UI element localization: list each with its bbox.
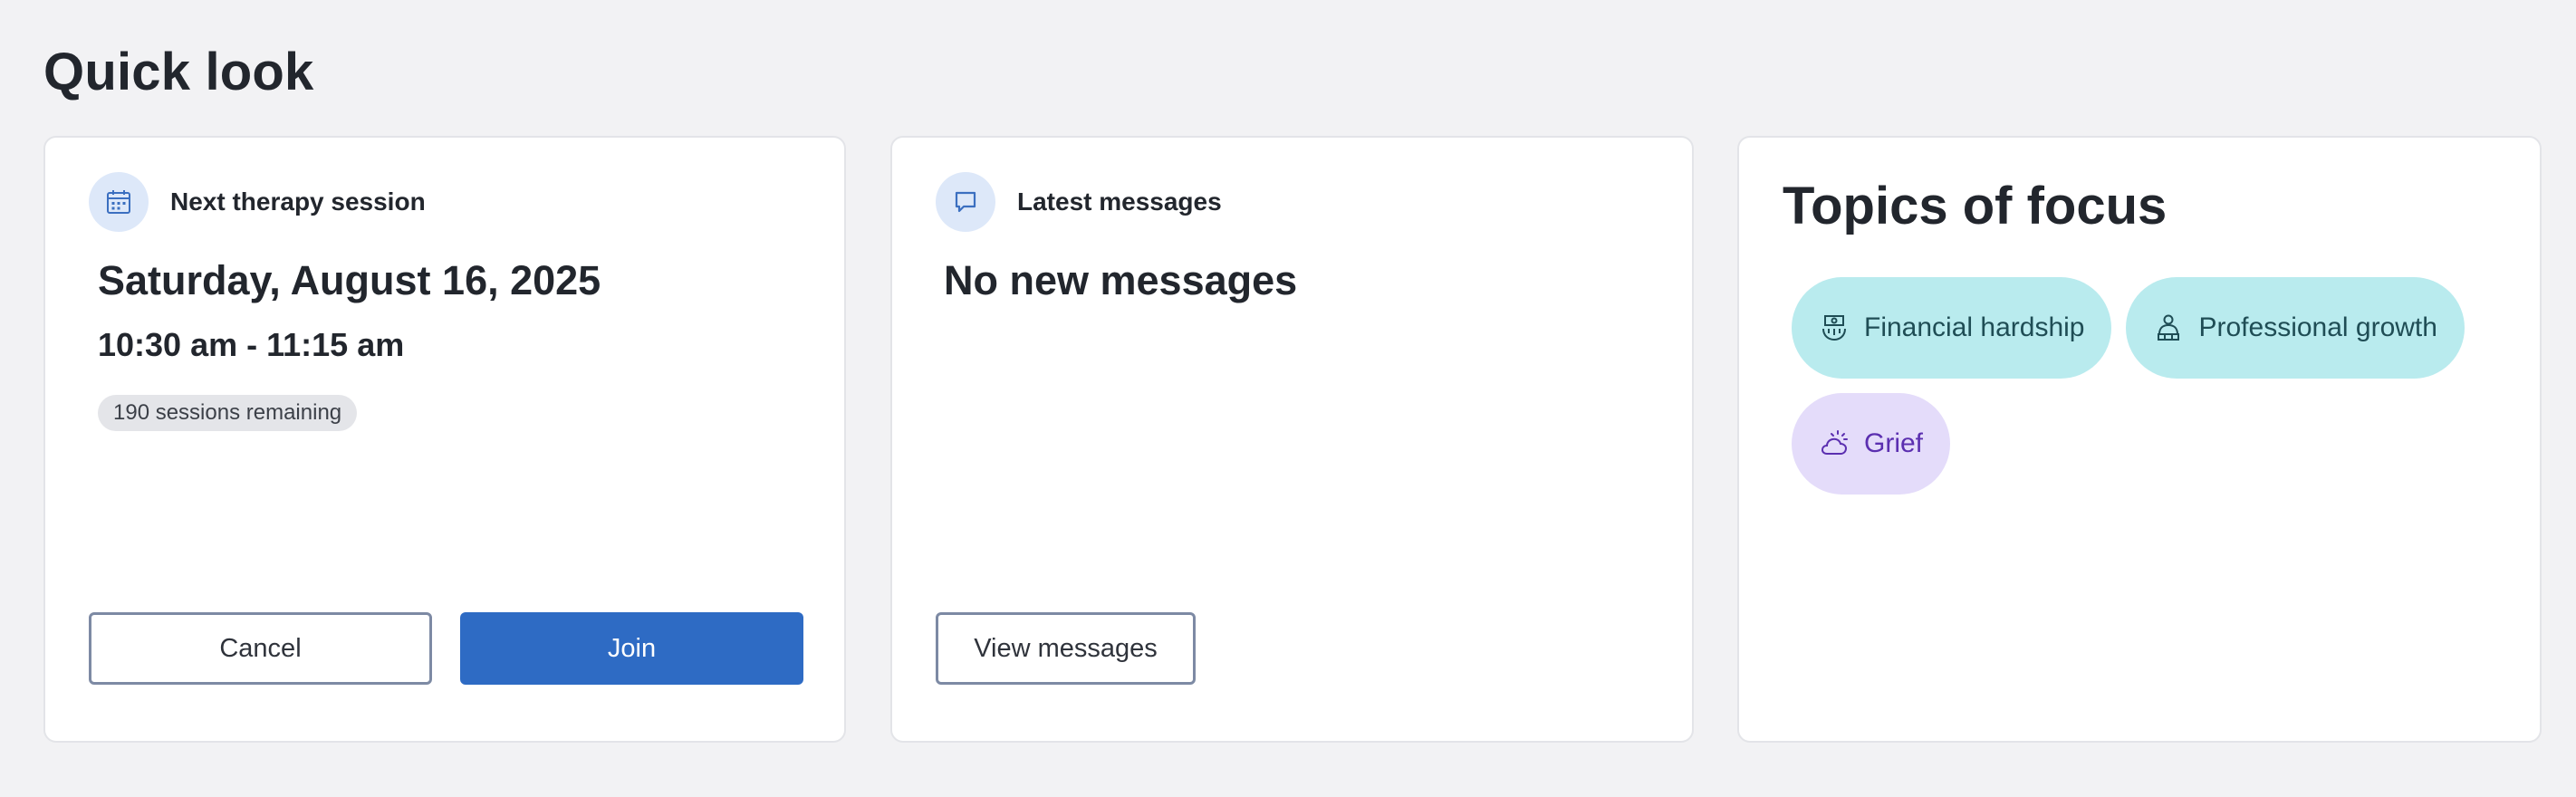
messages-status: No new messages: [944, 257, 1298, 303]
topics-card: Topics of focus Financial hardship Profe…: [1737, 136, 2542, 743]
topic-chip-grief[interactable]: Grief: [1792, 393, 1951, 495]
card-header: Latest messages: [936, 172, 1222, 232]
topic-chip-financial-hardship[interactable]: Financial hardship: [1792, 277, 2112, 379]
topics-title: Topics of focus: [1783, 177, 2167, 235]
card-header: Next therapy session: [89, 172, 426, 232]
page-title: Quick look: [43, 43, 314, 101]
calendar-icon: [89, 172, 149, 232]
topic-label: Grief: [1864, 428, 1924, 458]
session-time: 10:30 am - 11:15 am: [98, 326, 405, 363]
money-hand-icon: [1822, 315, 1846, 341]
session-card-title: Next therapy session: [170, 187, 426, 216]
join-button[interactable]: Join: [460, 612, 803, 685]
session-date: Saturday, August 16, 2025: [98, 257, 601, 303]
quick-look-page: Quick look Next therapy session Saturday…: [0, 0, 2576, 797]
topic-label: Professional growth: [2198, 312, 2437, 342]
view-messages-button[interactable]: View messages: [936, 612, 1196, 685]
topic-chip-professional-growth[interactable]: Professional growth: [2126, 277, 2465, 379]
cloud-sun-icon: [1821, 430, 1848, 455]
topic-chip-list: Financial hardship Professional growth G…: [1792, 277, 2498, 495]
person-growth-icon: [2158, 314, 2180, 341]
messages-card-title: Latest messages: [1017, 187, 1222, 216]
latest-messages-card: Latest messages No new messages View mes…: [890, 136, 1694, 743]
cancel-button[interactable]: Cancel: [89, 612, 432, 685]
topic-label: Financial hardship: [1864, 312, 2085, 342]
next-session-card: Next therapy session Saturday, August 16…: [43, 136, 846, 743]
chat-bubble-icon: [936, 172, 995, 232]
sessions-remaining-badge: 190 sessions remaining: [98, 395, 358, 431]
